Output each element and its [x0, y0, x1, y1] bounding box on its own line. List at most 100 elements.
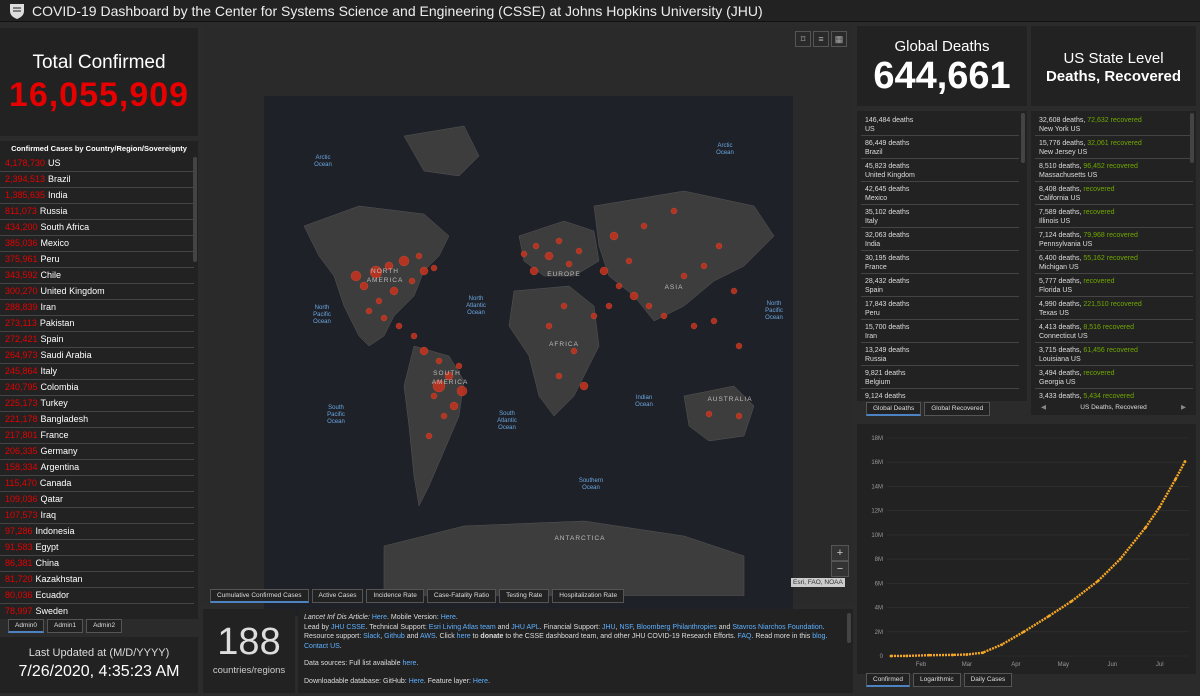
case-marker[interactable] [415, 252, 423, 260]
country-row[interactable]: 434,200 South Africa [0, 220, 194, 236]
confirmed-data-point[interactable] [1022, 630, 1026, 634]
country-row[interactable]: 343,592 Chile [0, 268, 194, 284]
case-marker[interactable] [398, 255, 410, 267]
us-state-row[interactable]: 15,776 deaths, 32,061 recovered New Jerse… [1035, 136, 1193, 159]
donate-here-link[interactable]: here [457, 633, 471, 640]
country-row[interactable]: 80,036 Ecuador [0, 588, 194, 604]
tab-case-fatality-ratio[interactable]: Case-Fatality Ratio [426, 589, 497, 603]
tab-logarithmic[interactable]: Logarithmic [912, 673, 961, 687]
global-death-row[interactable]: 35,102 deaths Italy [861, 205, 1019, 228]
confirmed-data-point[interactable] [1000, 643, 1004, 647]
case-marker[interactable] [380, 314, 388, 322]
confirmed-data-point[interactable] [965, 653, 969, 656]
github-link[interactable]: Github [384, 633, 405, 640]
us-state-list[interactable]: 32,608 deaths, 72,632 recovered New York … [1035, 113, 1193, 401]
country-row[interactable]: 217,801 France [0, 428, 194, 444]
case-marker[interactable] [375, 297, 383, 305]
us-state-row[interactable]: 5,777 deaths, recovered Florida US [1035, 274, 1193, 297]
country-row[interactable]: 86,381 China [0, 556, 194, 572]
tab-admin2[interactable]: Admin2 [86, 619, 123, 633]
confirmed-line-chart[interactable]: 0 2M 4M 6M 8M 10M 12M 14M 16M 18M Feb Mar Apr May Jun J… [857, 424, 1196, 674]
case-marker[interactable] [545, 322, 553, 330]
global-death-row[interactable]: 9,124 deaths [861, 389, 1019, 401]
case-marker[interactable] [625, 257, 633, 265]
case-marker[interactable] [425, 432, 433, 440]
case-marker[interactable] [365, 307, 373, 315]
country-row[interactable]: 811,073 Russia [0, 204, 194, 220]
global-death-row[interactable]: 13,249 deaths Russia [861, 343, 1019, 366]
case-marker[interactable] [565, 260, 573, 268]
world-map[interactable]: Arctic Ocean Arctic Ocean North Pacific … [264, 96, 793, 616]
blog-link[interactable]: blog [812, 633, 825, 640]
tab-testing-rate[interactable]: Testing Rate [499, 589, 550, 603]
nsf-link[interactable]: NSF [619, 624, 632, 631]
global-death-row[interactable]: 17,843 deaths Peru [861, 297, 1019, 320]
case-marker[interactable] [430, 264, 438, 272]
global-death-row[interactable]: 45,823 deaths United Kingdom [861, 159, 1019, 182]
country-row[interactable]: 240,795 Colombia [0, 380, 194, 396]
case-marker[interactable] [408, 277, 416, 285]
confirmed-data-point[interactable] [951, 653, 955, 657]
country-row[interactable]: 1,385,635 India [0, 188, 194, 204]
tab-admin1[interactable]: Admin1 [47, 619, 84, 633]
case-marker[interactable] [599, 266, 609, 276]
case-marker[interactable] [640, 222, 648, 230]
aws-link[interactable]: AWS [420, 633, 436, 640]
confirmed-data-point[interactable] [1096, 579, 1100, 583]
case-marker[interactable] [555, 237, 563, 245]
country-row[interactable]: 225,173 Turkey [0, 396, 194, 412]
case-marker[interactable] [735, 342, 743, 350]
case-marker[interactable] [544, 251, 554, 261]
case-marker[interactable] [605, 302, 613, 310]
next-arrow-icon[interactable]: ▶ [1181, 401, 1186, 415]
country-row[interactable]: 2,394,513 Brazil [0, 172, 194, 188]
info-scrollbar[interactable] [847, 613, 851, 643]
case-marker[interactable] [579, 381, 589, 391]
case-marker[interactable] [590, 312, 598, 320]
jhu-link[interactable]: JHU [602, 624, 616, 631]
country-row[interactable]: 300,270 United Kingdom [0, 284, 194, 300]
country-row[interactable]: 272,421 Spain [0, 332, 194, 348]
country-row[interactable]: 206,335 Germany [0, 444, 194, 460]
case-marker[interactable] [660, 312, 668, 320]
country-row[interactable]: 264,973 Saudi Arabia [0, 348, 194, 364]
country-row[interactable]: 78,997 Sweden [0, 604, 194, 616]
case-marker[interactable] [730, 287, 738, 295]
contact-link[interactable]: Contact US [304, 643, 340, 650]
case-marker[interactable] [705, 410, 713, 418]
github-download-link[interactable]: Here [409, 678, 424, 685]
case-marker[interactable] [430, 392, 438, 400]
country-row[interactable]: 107,573 Iraq [0, 508, 194, 524]
us-state-row[interactable]: 3,494 deaths, recovered Georgia US [1035, 366, 1193, 389]
case-marker[interactable] [710, 317, 718, 325]
global-death-row[interactable]: 15,700 deaths Iran [861, 320, 1019, 343]
confirmed-data-point[interactable] [1047, 614, 1051, 618]
us-state-row[interactable]: 3,433 deaths, 5,434 recovered [1035, 389, 1193, 401]
stavros-link[interactable]: Stavros Niarchos Foundation [732, 624, 822, 631]
case-marker[interactable] [560, 302, 568, 310]
us-state-row[interactable]: 7,124 deaths, 79,968 recovered Pennsylvan… [1035, 228, 1193, 251]
case-marker[interactable] [690, 322, 698, 330]
bookmark-icon[interactable]: ⌑ [795, 31, 811, 47]
case-marker[interactable] [575, 247, 583, 255]
country-row[interactable]: 245,864 Italy [0, 364, 194, 380]
case-marker[interactable] [410, 332, 418, 340]
global-death-row[interactable]: 32,063 deaths India [861, 228, 1019, 251]
case-marker[interactable] [645, 302, 653, 310]
country-row[interactable]: 81,720 Kazakhstan [0, 572, 194, 588]
country-row[interactable]: 158,334 Argentina [0, 460, 194, 476]
case-marker[interactable] [570, 347, 578, 355]
confirmed-data-point[interactable] [1069, 600, 1073, 603]
confirmed-data-point[interactable] [905, 654, 909, 658]
data-sources-link[interactable]: here [402, 660, 416, 667]
us-state-row[interactable]: 6,400 deaths, 55,162 recovered Michigan U… [1035, 251, 1193, 274]
country-row[interactable]: 385,036 Mexico [0, 236, 194, 252]
global-death-row[interactable]: 28,432 deaths Spain [861, 274, 1019, 297]
feature-layer-link[interactable]: Here [473, 678, 488, 685]
basemap-gallery-icon[interactable]: ▦ [831, 31, 847, 47]
case-marker[interactable] [529, 266, 539, 276]
global-deaths-list[interactable]: 146,484 deaths US 86,449 deaths Brazil 45,82… [861, 113, 1019, 401]
case-marker[interactable] [609, 231, 619, 241]
lancet-article-link[interactable]: Here [372, 614, 387, 621]
tab-hospitalization-rate[interactable]: Hospitalization Rate [552, 589, 625, 603]
